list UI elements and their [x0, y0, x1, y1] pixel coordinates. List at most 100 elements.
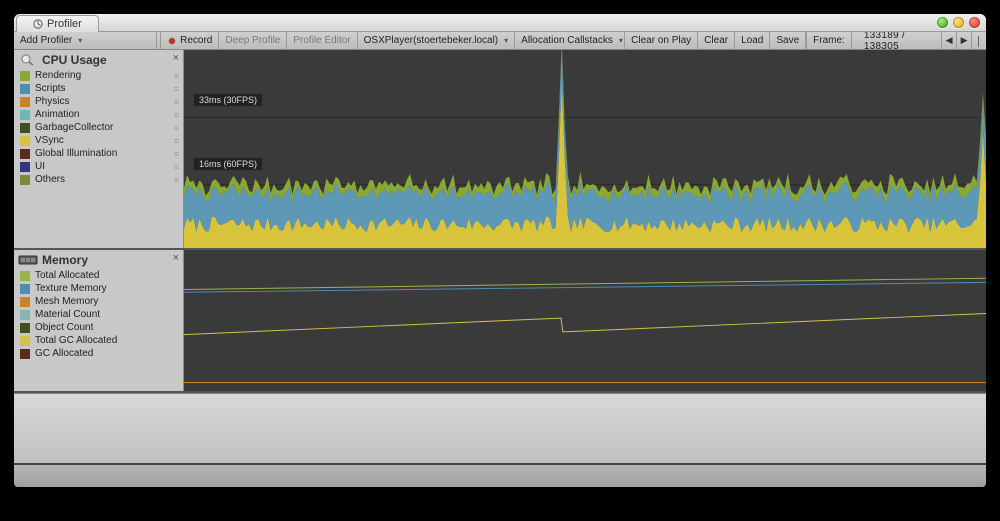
- window-tab-label: Profiler: [47, 16, 82, 32]
- legend-label: VSync: [35, 135, 64, 146]
- drag-grip-icon[interactable]: ≡: [174, 110, 177, 120]
- load-button[interactable]: Load: [735, 32, 770, 49]
- clear-button[interactable]: Clear: [698, 32, 735, 49]
- profiler-body: × CPU Usage Rendering≡Scripts≡Physics≡An…: [14, 50, 986, 465]
- legend-swatch: [20, 323, 30, 333]
- add-profiler-dropdown[interactable]: Add Profiler: [14, 32, 157, 49]
- profile-editor-button[interactable]: Profile Editor: [287, 32, 357, 49]
- record-label: Record: [180, 35, 212, 46]
- drag-grip-icon[interactable]: ≡: [174, 84, 177, 94]
- legend-item[interactable]: GC Allocated: [18, 347, 179, 360]
- legend-swatch: [20, 310, 30, 320]
- drag-grip-icon[interactable]: ≡: [174, 97, 177, 107]
- legend-item[interactable]: Total Allocated: [18, 269, 179, 282]
- close-window-button[interactable]: [969, 17, 980, 28]
- cpu-title: CPU Usage: [42, 53, 107, 67]
- legend-label: Total GC Allocated: [35, 335, 117, 346]
- legend-item[interactable]: Texture Memory: [18, 282, 179, 295]
- current-frame-button[interactable]: │: [971, 32, 986, 49]
- legend-label: Total Allocated: [35, 270, 100, 281]
- legend-item[interactable]: Material Count: [18, 308, 179, 321]
- deep-profile-button[interactable]: Deep Profile: [219, 32, 287, 49]
- drag-grip-icon[interactable]: ≡: [174, 136, 177, 146]
- legend-swatch: [20, 284, 30, 294]
- memory-graph[interactable]: [184, 250, 986, 391]
- legend-item[interactable]: Mesh Memory: [18, 295, 179, 308]
- close-memory-track[interactable]: ×: [173, 252, 179, 264]
- legend-item[interactable]: Others ≡: [18, 173, 179, 186]
- legend-swatch: [20, 271, 30, 281]
- profiler-icon: [33, 19, 43, 29]
- legend-label: Global Illumination: [35, 148, 117, 159]
- legend-swatch: [20, 97, 30, 107]
- bar-icon: │: [976, 36, 982, 46]
- frame-label: Frame:: [806, 32, 851, 49]
- legend-swatch: [20, 123, 30, 133]
- window-controls: [937, 17, 980, 28]
- next-frame-button[interactable]: ▶: [956, 32, 971, 49]
- legend-label: Others: [35, 174, 65, 185]
- chevron-right-icon: ▶: [961, 35, 968, 46]
- legend-swatch: [20, 71, 30, 81]
- legend-label: Physics: [35, 96, 69, 107]
- legend-label: Texture Memory: [35, 283, 107, 294]
- chevron-left-icon: ◀: [946, 35, 953, 46]
- memory-sidebar: × Memory Total AllocatedTexture MemoryMe…: [14, 250, 184, 391]
- target-dropdown[interactable]: OSXPlayer(stoertebeker.local): [358, 32, 516, 49]
- cpu-marker-16ms: 16ms (60FPS): [194, 158, 262, 170]
- legend-item[interactable]: VSync ≡: [18, 134, 179, 147]
- allocation-callstacks-dropdown[interactable]: Allocation Callstacks: [515, 32, 625, 49]
- close-cpu-track[interactable]: ×: [173, 52, 179, 64]
- cpu-sidebar: × CPU Usage Rendering≡Scripts≡Physics≡An…: [14, 50, 184, 248]
- window-resize-footer: [14, 465, 986, 487]
- legend-label: Scripts: [35, 83, 66, 94]
- legend-label: Object Count: [35, 322, 93, 333]
- zoom-button[interactable]: [937, 17, 948, 28]
- minimize-button[interactable]: [953, 17, 964, 28]
- memory-track: × Memory Total AllocatedTexture MemoryMe…: [14, 250, 986, 393]
- legend-label: Material Count: [35, 309, 100, 320]
- cpu-marker-33ms: 33ms (30FPS): [194, 94, 262, 106]
- cpu-header: CPU Usage: [14, 50, 183, 69]
- legend-swatch: [20, 149, 30, 159]
- save-button[interactable]: Save: [770, 32, 806, 49]
- details-pane: [14, 393, 986, 463]
- cpu-graph[interactable]: 33ms (30FPS) 16ms (60FPS): [184, 50, 986, 248]
- legend-item[interactable]: GarbageCollector≡: [18, 121, 179, 134]
- legend-label: Mesh Memory: [35, 296, 98, 307]
- memory-chip-icon: [18, 253, 38, 267]
- legend-label: GC Allocated: [35, 348, 93, 359]
- legend-label: Animation: [35, 109, 79, 120]
- legend-item[interactable]: UI≡: [18, 160, 179, 173]
- legend-item[interactable]: Animation ≡: [18, 108, 179, 121]
- drag-grip-icon[interactable]: ≡: [174, 149, 177, 159]
- clear-on-play-button[interactable]: Clear on Play: [625, 32, 698, 49]
- toolbar: Add Profiler Record Deep Profile Profile…: [14, 32, 986, 50]
- titlebar: Profiler: [14, 14, 986, 32]
- legend-swatch: [20, 349, 30, 359]
- drag-grip-icon[interactable]: ≡: [174, 175, 177, 185]
- drag-grip-icon[interactable]: ≡: [174, 123, 177, 133]
- cpu-chart-svg: [184, 50, 986, 248]
- frame-value: 133189 / 138305: [851, 32, 941, 49]
- legend-item[interactable]: Physics ≡: [18, 95, 179, 108]
- drag-grip-icon[interactable]: ≡: [174, 71, 177, 81]
- record-icon: [167, 36, 177, 46]
- legend-item[interactable]: Rendering≡: [18, 69, 179, 82]
- prev-frame-button[interactable]: ◀: [941, 32, 956, 49]
- legend-item[interactable]: Global Illumination ≡: [18, 147, 179, 160]
- legend-swatch: [20, 175, 30, 185]
- legend-swatch: [20, 110, 30, 120]
- legend-swatch: [20, 297, 30, 307]
- window-tab-profiler[interactable]: Profiler: [16, 15, 99, 32]
- legend-item[interactable]: Total GC Allocated: [18, 334, 179, 347]
- legend-swatch: [20, 136, 30, 146]
- drag-grip-icon[interactable]: ≡: [174, 162, 177, 172]
- record-button[interactable]: Record: [161, 32, 219, 49]
- cpu-track: × CPU Usage Rendering≡Scripts≡Physics≡An…: [14, 50, 986, 250]
- frame-controls: Frame: 133189 / 138305 ◀ ▶ │: [806, 32, 986, 49]
- legend-swatch: [20, 84, 30, 94]
- legend-item[interactable]: Scripts ≡: [18, 82, 179, 95]
- memory-chart-svg: [184, 250, 986, 391]
- legend-item[interactable]: Object Count: [18, 321, 179, 334]
